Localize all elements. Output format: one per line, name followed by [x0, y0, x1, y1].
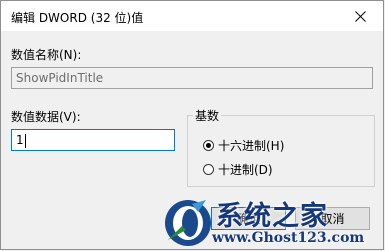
watermark-logo-icon: [165, 200, 211, 246]
text-caret: [24, 133, 26, 148]
radio-unselected-icon: [203, 164, 214, 175]
watermark-overlay: 系统之家 www.Ghost123.com: [158, 194, 385, 251]
radio-hexadecimal-label: 十六进制(H): [218, 139, 285, 153]
title-bar[interactable]: 编辑 DWORD (32 位)值: [1, 1, 383, 31]
value-data-label: 数值数据(V):: [11, 110, 81, 124]
watermark-sub-text: www.Ghost123.com: [212, 230, 365, 246]
close-button[interactable]: [337, 1, 383, 31]
window-title: 编辑 DWORD (32 位)值: [11, 11, 144, 25]
radio-hexadecimal[interactable]: 十六进制(H): [203, 137, 284, 154]
close-icon: [354, 10, 366, 22]
watermark-main-text: 系统之家: [216, 201, 328, 232]
value-data-text: 1: [16, 133, 24, 147]
value-data-input[interactable]: 1: [11, 129, 175, 151]
radio-selected-icon: [203, 140, 214, 151]
radio-decimal[interactable]: 十进制(D): [203, 161, 273, 178]
base-group-title: 基数: [193, 107, 222, 124]
value-name-label: 数值名称(N):: [11, 48, 82, 62]
value-name-field[interactable]: ShowPidInTitle: [11, 67, 373, 89]
value-name-text: ShowPidInTitle: [16, 71, 104, 85]
radio-decimal-label: 十进制(D): [218, 163, 273, 177]
